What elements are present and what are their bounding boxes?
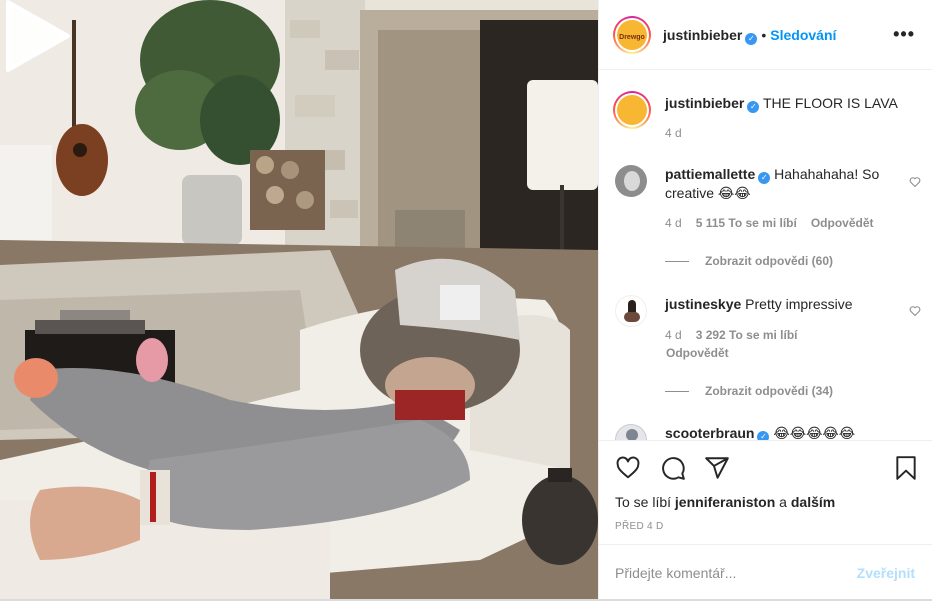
post-sidebar: Drewgo justinbieber ✓ • Sledování ••• justi…: [598, 0, 932, 599]
commenter-avatar[interactable]: [615, 295, 647, 327]
more-options-icon[interactable]: •••: [893, 24, 915, 45]
comment-age[interactable]: 4 d: [665, 216, 682, 230]
post-comment-button[interactable]: Zveřejnit: [857, 565, 915, 581]
comment-text: Pretty impressive: [745, 296, 853, 312]
view-replies-label: Zobrazit odpovědi (34): [705, 384, 834, 398]
comment-age[interactable]: 4 d: [665, 328, 682, 342]
author-username[interactable]: justinbieber: [663, 27, 742, 43]
commenter-avatar[interactable]: [615, 424, 647, 440]
comment-input[interactable]: [615, 561, 845, 585]
liked-by: To se líbí jenniferaniston a dalším: [615, 494, 835, 510]
liked-by-and: a: [779, 494, 787, 510]
paper-plane-icon[interactable]: [704, 455, 730, 481]
video-frame-illustration: [0, 0, 598, 599]
liked-by-others[interactable]: dalším: [791, 494, 835, 510]
separator-dot: •: [761, 27, 767, 43]
comment-username[interactable]: scooterbraun: [665, 425, 754, 440]
view-replies-label: Zobrazit odpovědi (60): [705, 254, 834, 268]
liked-by-user[interactable]: jenniferaniston: [675, 494, 775, 510]
post-header: Drewgo justinbieber ✓ • Sledování •••: [599, 0, 932, 70]
caption-text: THE FLOOR IS LAVA: [763, 95, 898, 111]
comment-icon[interactable]: [660, 455, 686, 481]
comment-like-heart-icon[interactable]: [909, 305, 921, 317]
instagram-post-modal: Drewgo justinbieber ✓ • Sledování ••• justi…: [0, 0, 932, 601]
comment-likes[interactable]: 5 115 To se mi líbí: [696, 216, 797, 230]
verified-badge-icon: ✓: [758, 172, 771, 184]
verified-badge-icon: ✓: [747, 101, 760, 113]
post-actions: To se líbí jenniferaniston a dalším PŘED…: [599, 440, 932, 544]
caption-author-avatar[interactable]: [613, 91, 651, 129]
caption-age[interactable]: 4 d: [665, 126, 682, 140]
add-comment-form: Zveřejnit: [599, 544, 932, 599]
liked-by-prefix: To se líbí: [615, 494, 672, 510]
replies-divider: [665, 261, 689, 263]
author-avatar[interactable]: Drewgo: [613, 16, 651, 54]
comment-text: 😂😂😂😂😂: [773, 425, 856, 440]
view-replies-button[interactable]: Zobrazit odpovědi (60): [665, 254, 833, 268]
replies-divider: [665, 391, 689, 393]
heart-icon[interactable]: [615, 455, 641, 481]
verified-badge-icon: ✓: [757, 431, 770, 440]
comment-username[interactable]: justineskye: [665, 296, 741, 312]
comment-likes[interactable]: 3 292 To se mi líbí: [696, 328, 798, 342]
comment-like-heart-icon[interactable]: [909, 176, 921, 188]
post-video[interactable]: [0, 0, 598, 599]
commenter-avatar[interactable]: [615, 165, 647, 197]
verified-badge-icon: ✓: [745, 33, 758, 45]
follow-button[interactable]: Sledování: [770, 27, 836, 43]
caption-username[interactable]: justinbieber: [665, 95, 744, 111]
post-date[interactable]: PŘED 4 D: [615, 521, 664, 532]
play-icon[interactable]: [0, 0, 72, 72]
comment-username[interactable]: pattiemallette: [665, 166, 755, 182]
comments-list[interactable]: justinbieber ✓ THE FLOOR IS LAVA 4 d patt…: [599, 71, 932, 440]
view-replies-button[interactable]: Zobrazit odpovědi (34): [665, 384, 833, 398]
reply-button[interactable]: Odpovědět: [811, 216, 874, 230]
bookmark-icon[interactable]: [893, 455, 919, 481]
reply-button[interactable]: Odpovědět: [666, 346, 729, 360]
avatar-badge-text: Drewgo: [619, 34, 645, 41]
